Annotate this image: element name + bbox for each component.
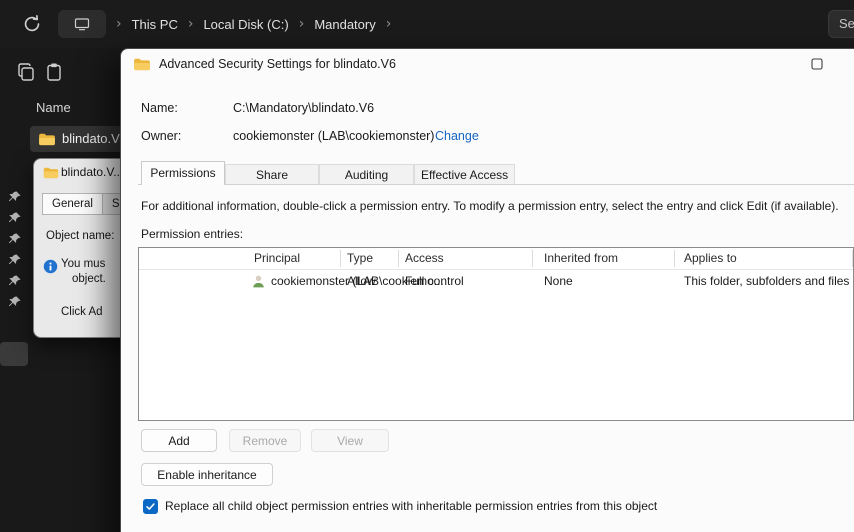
- pinned-item[interactable]: [7, 274, 22, 289]
- pinned-item[interactable]: [7, 211, 22, 226]
- folder-icon: [133, 57, 151, 71]
- column-separator: [398, 250, 399, 267]
- breadcrumb-item-this-pc[interactable]: This PC: [132, 17, 178, 32]
- nav-selected-item[interactable]: [0, 342, 28, 366]
- copy-icon: [16, 62, 36, 82]
- location-button[interactable]: [58, 10, 106, 38]
- pin-icon: [7, 190, 22, 205]
- table-header-row: Principal Type Access Inherited from App…: [139, 248, 853, 270]
- pinned-item[interactable]: [7, 253, 22, 268]
- replace-permissions-label: Replace all child object permission entr…: [165, 499, 658, 513]
- permission-warning-line1: You mus: [61, 258, 106, 270]
- breadcrumb-separator: ›: [187, 16, 194, 32]
- pinned-item[interactable]: [7, 295, 22, 310]
- cell-applies-to: This folder, subfolders and files: [684, 274, 850, 288]
- pin-icon: [7, 232, 22, 247]
- column-separator: [532, 250, 533, 267]
- pin-icon: [7, 211, 22, 226]
- header-access[interactable]: Access: [405, 251, 444, 265]
- file-row-blindato[interactable]: blindato.V6: [30, 126, 128, 152]
- checkmark-icon: [145, 501, 156, 512]
- cell-inherited-from: None: [544, 274, 573, 288]
- copy-button[interactable]: [16, 62, 36, 82]
- replace-permissions-checkbox[interactable]: [143, 499, 158, 514]
- tab-share[interactable]: Share: [225, 164, 319, 185]
- file-name: blindato.V6: [62, 131, 128, 146]
- tab-effective-access[interactable]: Effective Access: [414, 164, 516, 185]
- breadcrumb-item-mandatory[interactable]: Mandatory: [314, 17, 375, 32]
- maximize-icon: [811, 58, 823, 70]
- remove-button[interactable]: Remove: [229, 429, 301, 452]
- refresh-button[interactable]: [22, 14, 42, 34]
- properties-dialog-title: blindato.V...: [61, 165, 124, 179]
- header-inherited-from[interactable]: Inherited from: [544, 251, 618, 265]
- search-input[interactable]: Sea: [828, 10, 854, 38]
- object-name-label: Object name:: [46, 230, 115, 242]
- maximize-button[interactable]: [797, 51, 837, 77]
- name-value: C:\Mandatory\blindato.V6: [233, 101, 375, 115]
- user-icon: [251, 274, 266, 289]
- pinned-item[interactable]: [7, 190, 22, 205]
- permission-warning-line2: object.: [72, 273, 106, 285]
- dialog-title: Advanced Security Settings for blindato.…: [159, 57, 396, 71]
- pinned-item[interactable]: [7, 232, 22, 247]
- paste-icon: [44, 62, 64, 82]
- cell-type: Allow: [347, 274, 376, 288]
- pin-icon: [7, 295, 22, 310]
- permission-entry-row[interactable]: cookiemonster (LAB\cookiemo... Allow Ful…: [139, 270, 853, 294]
- add-button[interactable]: Add: [141, 429, 217, 452]
- header-principal[interactable]: Principal: [254, 251, 300, 265]
- cell-access: Full control: [405, 274, 464, 288]
- folder-icon: [43, 166, 59, 179]
- column-separator: [340, 250, 341, 267]
- advanced-security-dialog: Advanced Security Settings for blindato.…: [120, 48, 854, 532]
- permission-entries-label: Permission entries:: [141, 227, 244, 241]
- breadcrumb-item-local-disk[interactable]: Local Disk (C:): [203, 17, 288, 32]
- tab-auditing[interactable]: Auditing: [319, 164, 414, 185]
- owner-label: Owner:: [141, 129, 182, 143]
- breadcrumb-separator: ›: [298, 16, 305, 32]
- refresh-icon: [22, 14, 42, 34]
- name-label: Name:: [141, 101, 178, 115]
- tab-general[interactable]: General: [42, 193, 103, 215]
- this-pc-icon: [74, 16, 90, 32]
- enable-inheritance-button[interactable]: Enable inheritance: [141, 463, 273, 486]
- paste-button[interactable]: [44, 62, 64, 82]
- folder-icon: [38, 132, 56, 146]
- view-button[interactable]: View: [311, 429, 389, 452]
- instruction-text: For additional information, double-click…: [141, 199, 839, 213]
- column-separator: [674, 250, 675, 267]
- dialog-tabs: Permissions Share Auditing Effective Acc…: [141, 161, 516, 185]
- permission-warning-line3: Click Ad: [61, 306, 103, 318]
- permission-entries-table: Principal Type Access Inherited from App…: [138, 247, 854, 421]
- explorer-address-bar: › This PC › Local Disk (C:) › Mandatory …: [0, 0, 854, 48]
- info-icon: [43, 259, 58, 274]
- pin-icon: [7, 274, 22, 289]
- pin-icon: [7, 253, 22, 268]
- header-applies-to[interactable]: Applies to: [684, 251, 737, 265]
- breadcrumb-separator: ›: [116, 16, 122, 32]
- header-type[interactable]: Type: [347, 251, 373, 265]
- tab-permissions[interactable]: Permissions: [141, 161, 225, 185]
- column-separator: [852, 250, 853, 267]
- screen: › This PC › Local Disk (C:) › Mandatory …: [0, 0, 854, 532]
- breadcrumb: › This PC › Local Disk (C:) › Mandatory …: [58, 10, 391, 38]
- breadcrumb-separator: ›: [385, 16, 392, 32]
- column-header-name[interactable]: Name: [36, 100, 71, 115]
- owner-value: cookiemonster (LAB\cookiemonster): [233, 129, 435, 143]
- change-owner-link[interactable]: Change: [435, 129, 479, 143]
